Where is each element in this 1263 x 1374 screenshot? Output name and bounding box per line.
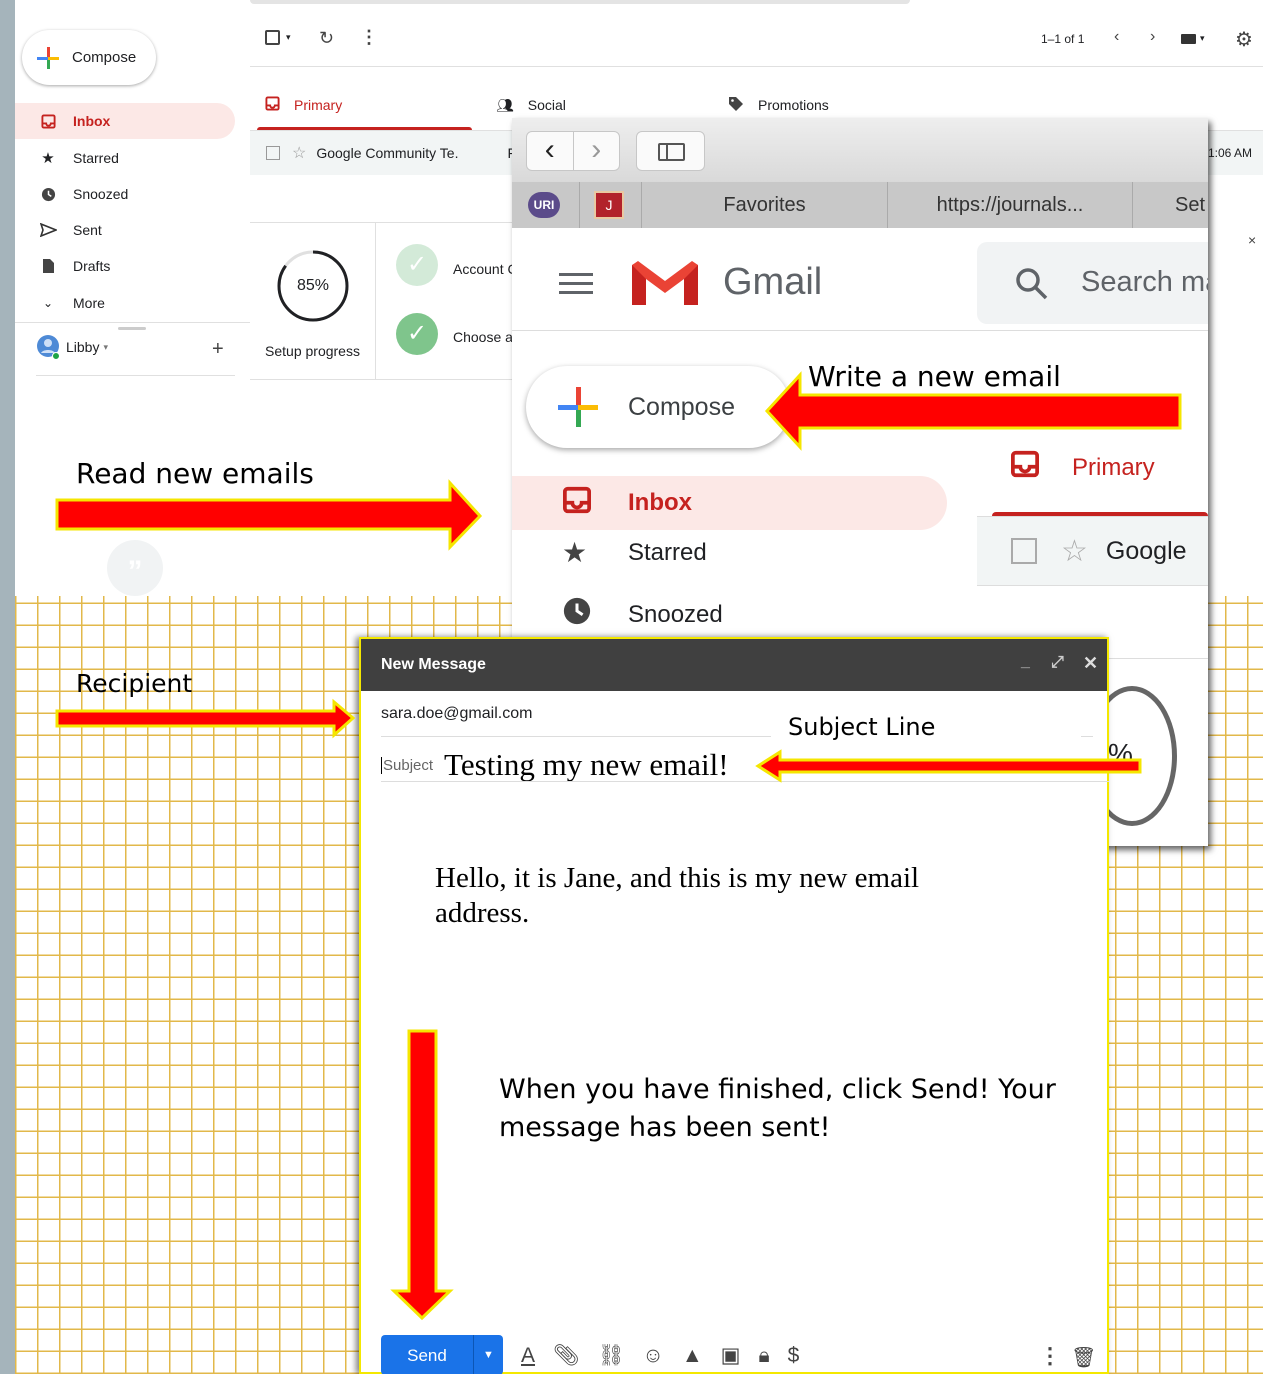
recipient-arrow	[55, 698, 356, 739]
annotation-subject-line: Subject Line	[788, 713, 936, 741]
send-arrow	[390, 1029, 454, 1321]
annotation-read: Read new emails	[76, 457, 314, 490]
read-arrow	[55, 479, 483, 551]
annotation-recipient: Recipient	[76, 669, 193, 698]
subject-arrow	[755, 749, 1142, 783]
annotation-write: Write a new email	[808, 360, 1061, 393]
annotation-finish: When you have finished, click Send! Your…	[499, 1074, 1056, 1143]
